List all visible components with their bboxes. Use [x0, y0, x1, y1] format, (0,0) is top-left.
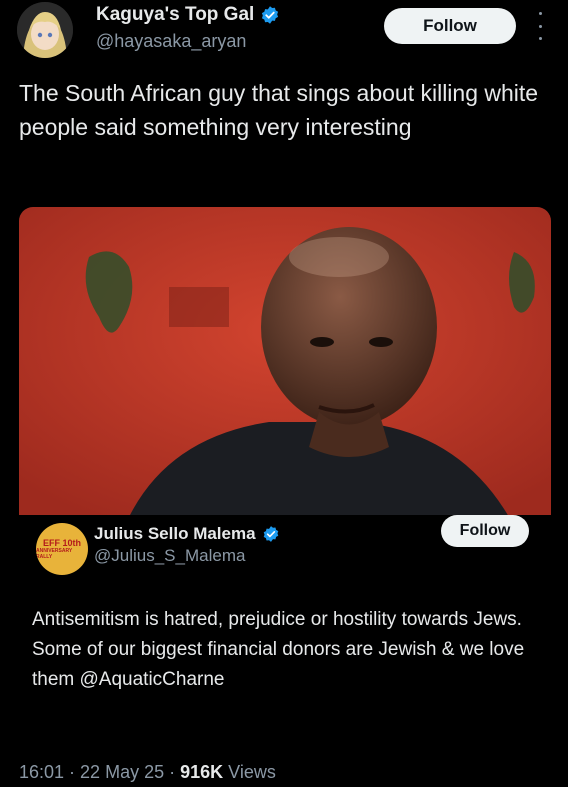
post-meta: 16:01 · 22 May 25 · 916K Views	[19, 762, 276, 782]
views-count: 916K	[180, 762, 224, 782]
quoted-author-display-name[interactable]: Julius Sello Malema	[94, 524, 256, 544]
post-date[interactable]: 22 May 25	[80, 762, 164, 782]
follow-button[interactable]: Follow	[384, 8, 516, 44]
quoted-follow-button[interactable]: Follow	[441, 515, 529, 547]
post-time[interactable]: 16:01	[19, 762, 64, 782]
views-label: Views	[223, 762, 276, 782]
verified-icon	[263, 526, 278, 542]
author-handle[interactable]: @hayasaka_aryan	[96, 31, 246, 52]
author-name-row: Kaguya's Top Gal	[96, 4, 280, 26]
quoted-post-text: Antisemitism is hatred, prejudice or hos…	[32, 609, 525, 690]
author-display-name[interactable]: Kaguya's Top Gal	[96, 4, 254, 26]
quoted-media-image[interactable]	[19, 207, 551, 517]
quoted-author-handle[interactable]: @Julius_S_Malema	[94, 546, 245, 566]
quoted-post-card[interactable]: EFF 10th ANNIVERSARY RALLY Julius Sello …	[19, 515, 551, 787]
verified-icon	[262, 6, 279, 24]
quoted-author-avatar[interactable]: EFF 10th ANNIVERSARY RALLY	[36, 523, 88, 575]
more-icon[interactable]	[532, 12, 548, 40]
author-avatar[interactable]	[17, 2, 73, 58]
post-text: The South African guy that sings about k…	[19, 80, 539, 140]
quoted-author-name-row: Julius Sello Malema	[94, 524, 280, 544]
